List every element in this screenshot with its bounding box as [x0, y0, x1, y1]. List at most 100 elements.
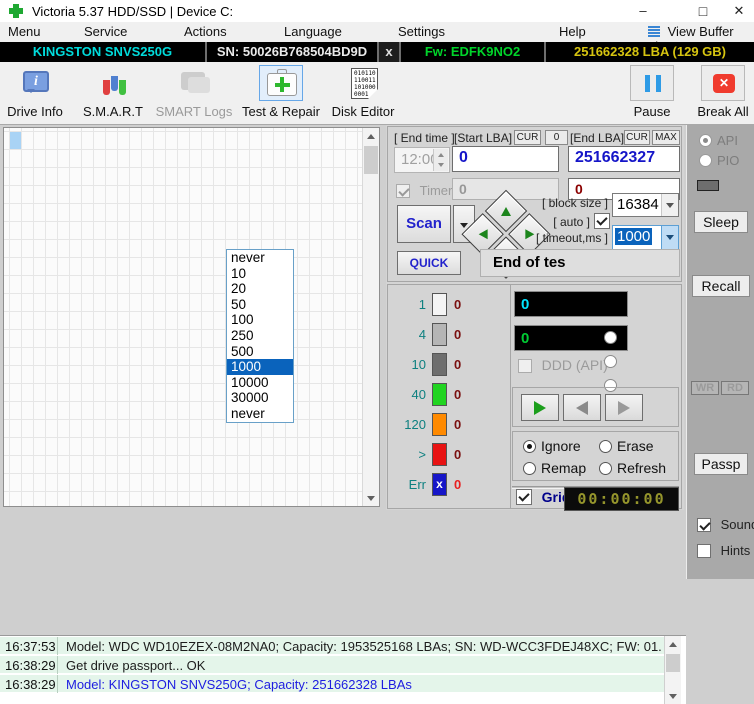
combo-chevron-icon[interactable] — [661, 194, 678, 216]
scroll-thumb[interactable] — [364, 146, 378, 174]
lba-position-display: 0 — [514, 291, 628, 317]
menu-item-actions[interactable]: Actions — [184, 24, 227, 39]
log-entry: 16:38:29 Get drive passport... OK — [0, 656, 664, 674]
block-size-combo[interactable]: 16384 — [612, 193, 679, 217]
maximize-button[interactable]: □ — [686, 0, 720, 22]
speed-color-swatch — [432, 383, 447, 406]
first-aid-kit-icon — [259, 65, 303, 101]
grid-checkbox-box[interactable] — [516, 489, 532, 505]
sound-checkbox[interactable]: Sound — [697, 517, 754, 532]
menu-item-language[interactable]: Language — [284, 24, 342, 39]
timer-checkbox-box[interactable] — [396, 184, 410, 198]
radio-pio: PIO — [699, 153, 739, 168]
sleep-button[interactable]: Sleep — [694, 211, 748, 233]
scroll-down-icon[interactable] — [363, 490, 379, 506]
log-entry: 16:37:53 Model: WDC WD10EZEX-08M2NA0; Ca… — [0, 637, 664, 655]
scroll-up-icon[interactable] — [665, 636, 681, 652]
hints-checkbox[interactable]: Hints — [697, 543, 750, 558]
end-lba-input[interactable]: 251662327 — [568, 146, 680, 172]
timeout-combo[interactable]: 1000 — [612, 225, 679, 250]
speed-bucket-row: 400 — [394, 383, 504, 407]
hidden-radio[interactable] — [604, 355, 617, 368]
scan-monitor-group: 10 40 100 400 1200 >0 Errx0 — [387, 284, 682, 509]
combo-chevron-icon[interactable] — [661, 226, 678, 249]
sound-checkbox-box[interactable] — [697, 518, 711, 532]
scan-scrollbar[interactable] — [362, 128, 379, 506]
play-button[interactable] — [521, 394, 559, 421]
end-time-spinner[interactable]: 12:00 — [394, 147, 450, 173]
dropdown-option[interactable]: 500 — [227, 344, 293, 360]
dropdown-option[interactable]: 30000 — [227, 390, 293, 406]
step-forward-button[interactable] — [605, 394, 643, 421]
break-all-button[interactable]: ✕ Break All — [692, 65, 754, 119]
device-bar-close-button[interactable]: x — [379, 42, 399, 62]
menu-item-menu[interactable]: Menu — [8, 24, 41, 39]
recall-button[interactable]: Recall — [692, 275, 750, 297]
close-button[interactable]: ✕ — [722, 0, 754, 22]
test-tubes-icon — [91, 65, 135, 101]
scroll-down-icon[interactable] — [665, 688, 681, 704]
dropdown-option[interactable]: never — [227, 406, 293, 422]
start-zero-button[interactable]: 0 — [545, 130, 568, 145]
back-icon — [576, 401, 588, 415]
menu-item-service[interactable]: Service — [84, 24, 127, 39]
hints-checkbox-box[interactable] — [697, 544, 711, 558]
end-of-test-label: End of tes — [480, 249, 680, 277]
end-max-button[interactable]: MAX — [652, 130, 680, 145]
grid-checkbox[interactable]: Grid — [516, 489, 570, 505]
scan-button[interactable]: Scan — [397, 205, 451, 243]
radio-dot[interactable] — [599, 462, 612, 475]
radio-erase[interactable]: Erase — [599, 438, 654, 454]
step-back-button[interactable] — [563, 394, 601, 421]
test-control-panel: [ End time ] 12:00 Timer [Start LBA] CUR… — [386, 125, 684, 510]
passp-button[interactable]: Passp — [694, 453, 748, 475]
auto-checkbox[interactable] — [594, 213, 610, 229]
radio-refresh[interactable]: Refresh — [599, 460, 666, 476]
timeout-dropdown-list: never 10 20 50 100 250 500 1000 10000 30… — [226, 249, 294, 423]
forward-icon — [618, 401, 630, 415]
activity-led — [697, 180, 719, 191]
minimize-button[interactable]: – — [626, 0, 660, 22]
test-repair-button[interactable]: Test & Repair — [238, 65, 324, 119]
scroll-thumb[interactable] — [666, 654, 680, 672]
device-serial: SN: 50026B768504BD9D — [207, 42, 377, 62]
timer-checkbox[interactable]: Timer — [396, 183, 452, 198]
radio-ignore[interactable]: Ignore — [523, 438, 581, 454]
speed-bucket-row: 100 — [394, 353, 504, 377]
disk-editor-button[interactable]: 010110 110011 101000 0001 Disk Editor — [328, 65, 398, 119]
device-firmware: Fw: EDFK9NO2 — [401, 42, 544, 62]
info-bubble-icon: i — [23, 71, 49, 92]
radio-dot[interactable] — [523, 462, 536, 475]
dropdown-option[interactable]: 50 — [227, 297, 293, 313]
dropdown-option[interactable]: 10 — [227, 266, 293, 282]
quick-button[interactable]: QUICK — [397, 251, 461, 275]
pause-button[interactable]: Pause — [624, 65, 680, 119]
hidden-radio[interactable] — [604, 331, 617, 344]
speed-bucket-row: 10 — [394, 293, 504, 317]
scroll-up-icon[interactable] — [363, 128, 379, 144]
window-title: Victoria 5.37 HDD/SSD | Device C: — [32, 4, 233, 19]
dropdown-option[interactable]: never — [227, 250, 293, 266]
radio-dot[interactable] — [599, 440, 612, 453]
dropdown-option[interactable]: 10000 — [227, 375, 293, 391]
side-panel: API PIO Sleep Recall WR RD Passp Sound H… — [686, 125, 754, 579]
start-lba-input[interactable]: 0 — [452, 146, 559, 172]
dropdown-option[interactable]: 250 — [227, 328, 293, 344]
smart-button[interactable]: S.M.A.R.T — [80, 65, 146, 119]
dropdown-option-selected[interactable]: 1000 — [227, 359, 293, 375]
dropdown-option[interactable]: 20 — [227, 281, 293, 297]
log-scrollbar[interactable] — [664, 636, 681, 704]
end-cur-button[interactable]: CUR — [624, 130, 650, 145]
start-cur-button[interactable]: CUR — [514, 130, 541, 145]
menu-item-settings[interactable]: Settings — [398, 24, 445, 39]
pause-icon — [645, 75, 661, 92]
drive-info-button[interactable]: i Drive Info — [2, 65, 68, 119]
dropdown-option[interactable]: 100 — [227, 312, 293, 328]
menu-bar: Menu Service Actions Language Settings H… — [0, 22, 754, 42]
end-time-label: [ End time ] — [394, 131, 455, 145]
smart-logs-button: SMART Logs — [150, 65, 238, 119]
spinner-arrows-icon[interactable] — [433, 149, 448, 171]
radio-dot[interactable] — [523, 440, 536, 453]
menu-item-help[interactable]: Help — [559, 24, 586, 39]
radio-remap[interactable]: Remap — [523, 460, 586, 476]
